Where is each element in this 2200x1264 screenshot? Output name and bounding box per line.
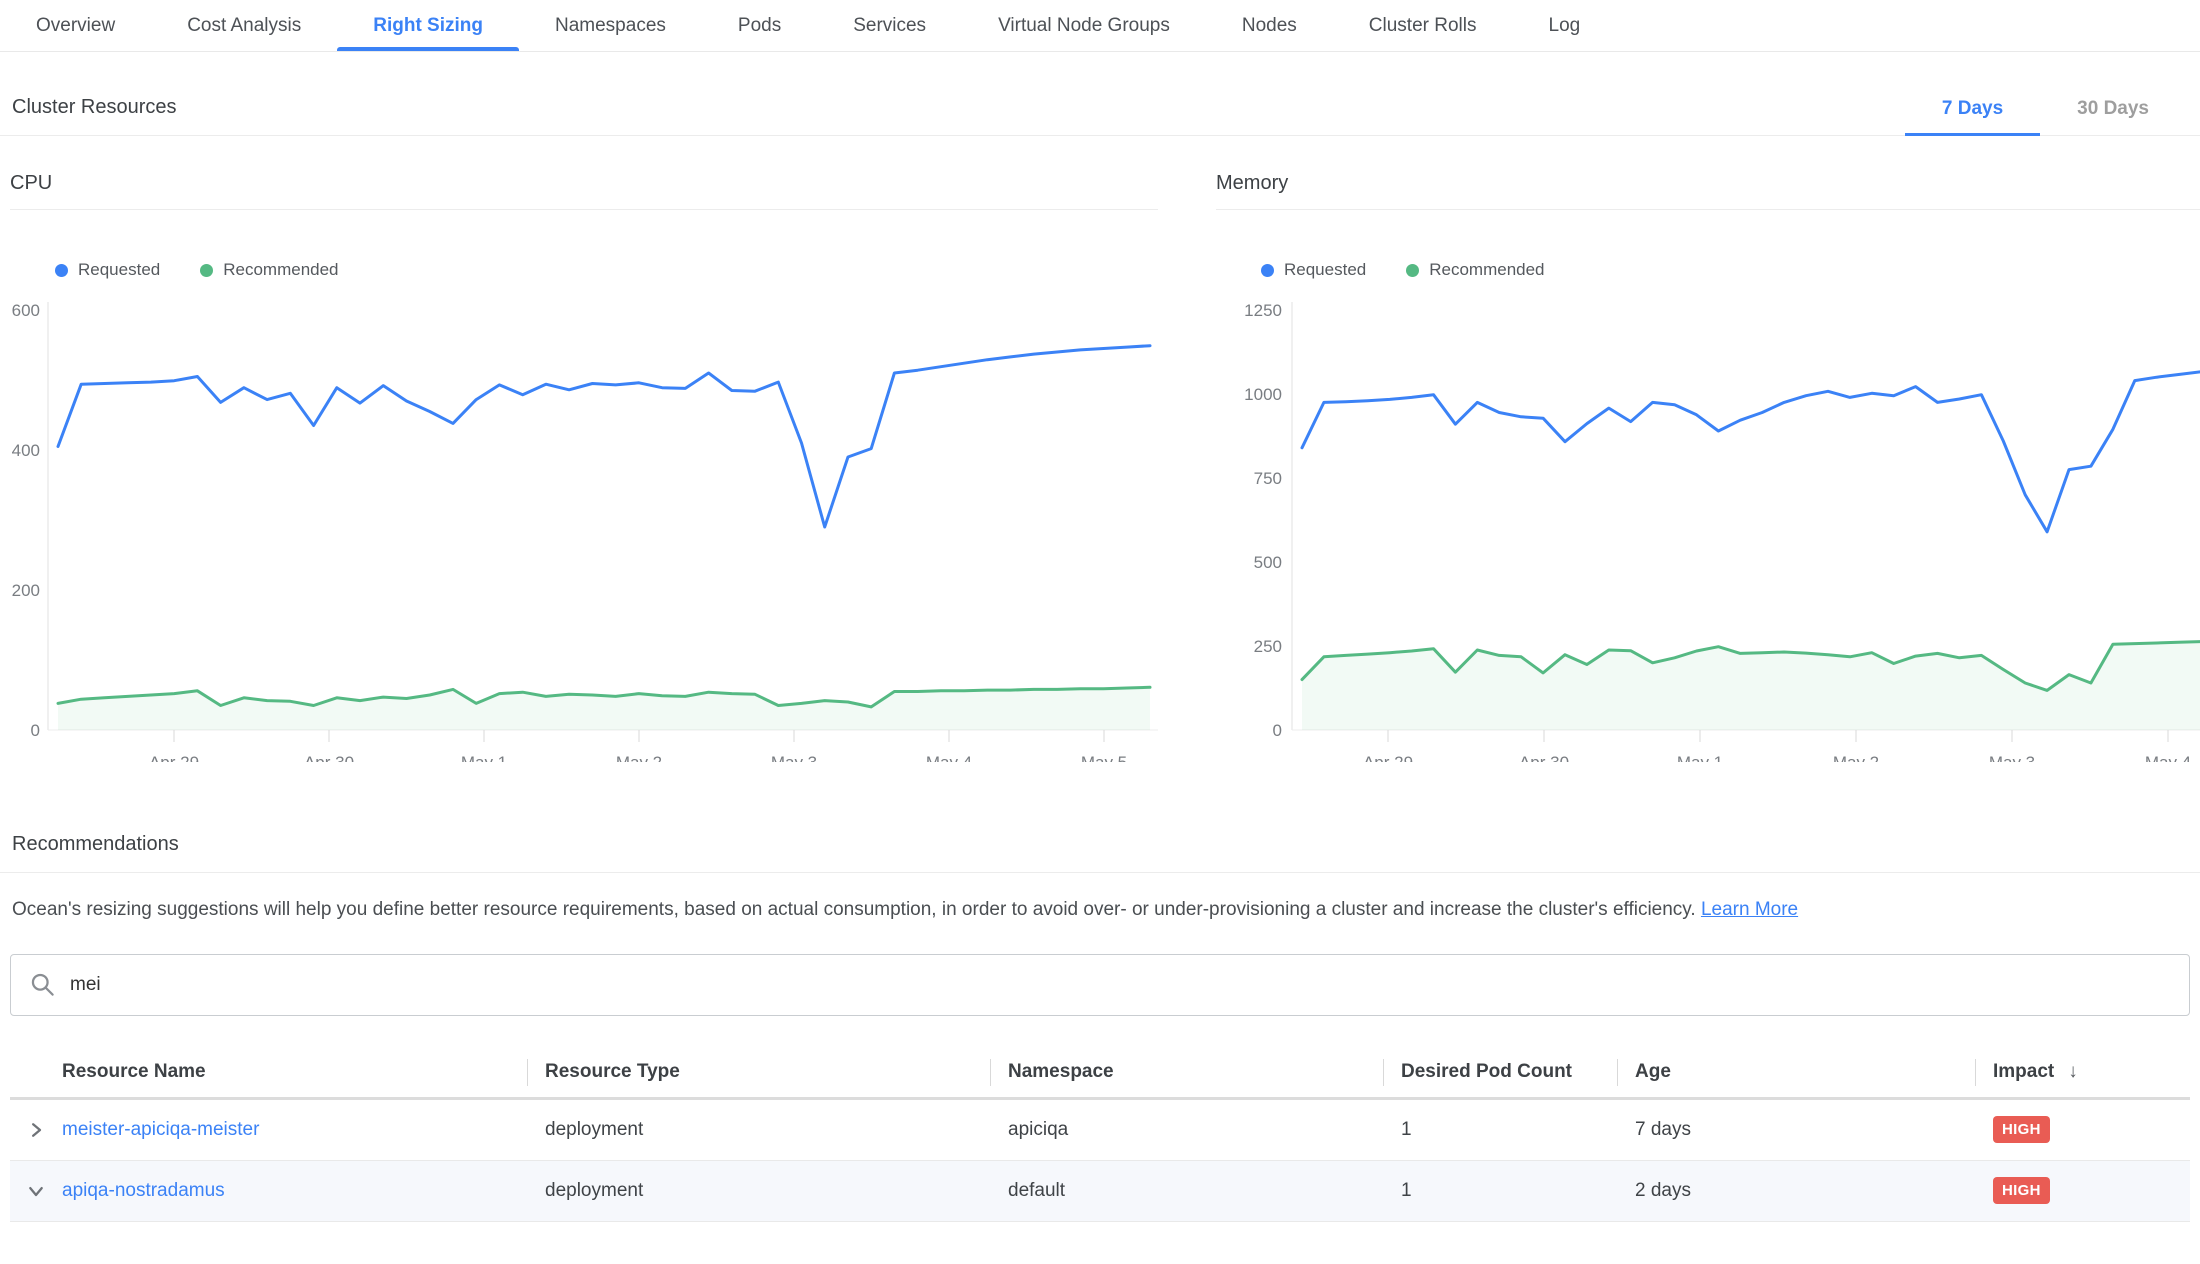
svg-text:May 2: May 2 <box>616 753 662 762</box>
impact-high-badge: HIGH <box>1993 1116 2050 1143</box>
recommendations-header: Recommendations <box>0 833 2200 873</box>
svg-text:1000: 1000 <box>1244 385 1282 404</box>
table-header-row: Resource Name Resource Type Namespace De… <box>10 1048 2190 1100</box>
recommended-dot-icon <box>200 264 213 277</box>
col-header-impact-label: Impact <box>1993 1061 2054 1083</box>
tab-log[interactable]: Log <box>1513 0 1617 51</box>
impact-high-badge: HIGH <box>1993 1177 2050 1204</box>
top-nav: Overview Cost Analysis Right Sizing Name… <box>0 0 2200 52</box>
tab-overview[interactable]: Overview <box>0 0 151 51</box>
svg-text:May 3: May 3 <box>771 753 817 762</box>
svg-text:May 3: May 3 <box>1989 753 2035 762</box>
col-header-age[interactable]: Age <box>1617 1048 1975 1097</box>
table-row[interactable]: meister-apiciqa-meister deployment apici… <box>10 1100 2190 1161</box>
svg-text:400: 400 <box>12 441 40 460</box>
col-header-resource-type[interactable]: Resource Type <box>527 1048 990 1097</box>
legend-recommended-label: Recommended <box>223 260 338 280</box>
memory-chart-legend: Requested Recommended <box>1261 260 2200 280</box>
recommended-dot-icon <box>1406 264 1419 277</box>
namespace-cell: apiciqa <box>990 1119 1383 1141</box>
recommendations-title: Recommendations <box>12 833 2188 856</box>
svg-text:May 4: May 4 <box>926 753 972 762</box>
tab-cost-analysis[interactable]: Cost Analysis <box>151 0 337 51</box>
requested-dot-icon <box>55 264 68 277</box>
svg-text:0: 0 <box>31 721 40 740</box>
cpu-line-chart: 0 200 400 600 Apr 29 Apr 30 May 1 May 2 May 3 May… <box>10 292 1158 767</box>
legend-requested-label: Requested <box>78 260 160 280</box>
tab-nodes[interactable]: Nodes <box>1206 0 1333 51</box>
collapse-row-button[interactable] <box>10 1183 62 1199</box>
cpu-chart-legend: Requested Recommended <box>55 260 1158 280</box>
legend-requested: Requested <box>55 260 160 280</box>
memory-line-chart: 0 250 500 750 1000 1250 Apr 29 Apr 30 May 1 May 2… <box>1216 292 2200 767</box>
cpu-chart-panel: CPU Requested Recommended 0 200 400 600 Apr … <box>10 172 1158 767</box>
tab-right-sizing[interactable]: Right Sizing <box>337 0 519 51</box>
period-30-days[interactable]: 30 Days <box>2040 98 2186 135</box>
resource-type-cell: deployment <box>527 1119 990 1141</box>
period-toggle: 7 Days 30 Days <box>1905 98 2186 135</box>
resource-type-cell: deployment <box>527 1180 990 1202</box>
memory-chart-title: Memory <box>1216 172 2200 210</box>
recommendations-description-text: Ocean's resizing suggestions will help y… <box>12 899 1696 920</box>
col-header-namespace[interactable]: Namespace <box>990 1048 1383 1097</box>
svg-text:Apr 30: Apr 30 <box>304 753 354 762</box>
svg-text:May 5: May 5 <box>1081 753 1127 762</box>
tab-namespaces[interactable]: Namespaces <box>519 0 702 51</box>
resource-name-link[interactable]: meister-apiciqa-meister <box>62 1119 259 1141</box>
desired-pod-count-cell: 1 <box>1383 1180 1617 1202</box>
cpu-chart-title: CPU <box>10 172 1158 210</box>
chevron-down-icon <box>28 1183 44 1199</box>
search-input[interactable] <box>70 974 2171 996</box>
search-box[interactable] <box>10 954 2190 1016</box>
period-7-days[interactable]: 7 Days <box>1905 98 2040 135</box>
svg-text:May 1: May 1 <box>461 753 507 762</box>
learn-more-link[interactable]: Learn More <box>1701 899 1798 920</box>
requested-dot-icon <box>1261 264 1274 277</box>
chevron-right-icon <box>28 1122 44 1138</box>
svg-text:0: 0 <box>1273 721 1282 740</box>
svg-text:200: 200 <box>12 581 40 600</box>
svg-text:May 1: May 1 <box>1677 753 1723 762</box>
svg-text:Apr 29: Apr 29 <box>149 753 199 762</box>
legend-recommended: Recommended <box>1406 260 1544 280</box>
legend-requested-label: Requested <box>1284 260 1366 280</box>
tab-services[interactable]: Services <box>817 0 962 51</box>
table-row[interactable]: apiqa-nostradamus deployment default 1 2… <box>10 1161 2190 1222</box>
legend-requested: Requested <box>1261 260 1366 280</box>
age-cell: 2 days <box>1617 1180 1975 1202</box>
svg-text:May 2: May 2 <box>1833 753 1879 762</box>
tab-pods[interactable]: Pods <box>702 0 817 51</box>
svg-text:250: 250 <box>1254 637 1282 656</box>
cluster-resources-header: Cluster Resources 7 Days 30 Days <box>0 52 2200 136</box>
sort-desc-icon[interactable]: ↓ <box>2068 1061 2078 1083</box>
expand-row-button[interactable] <box>10 1122 62 1138</box>
svg-text:Apr 29: Apr 29 <box>1363 753 1413 762</box>
memory-chart-panel: Memory Requested Recommended 0 250 500 750 1… <box>1216 172 2200 767</box>
namespace-cell: default <box>990 1180 1383 1202</box>
tab-cluster-rolls[interactable]: Cluster Rolls <box>1333 0 1513 51</box>
tab-virtual-node-groups[interactable]: Virtual Node Groups <box>962 0 1206 51</box>
svg-text:1250: 1250 <box>1244 301 1282 320</box>
age-cell: 7 days <box>1617 1119 1975 1141</box>
col-header-resource-name[interactable]: Resource Name <box>10 1048 527 1097</box>
charts-row: CPU Requested Recommended 0 200 400 600 Apr … <box>0 136 2200 767</box>
desired-pod-count-cell: 1 <box>1383 1119 1617 1141</box>
resource-name-link[interactable]: apiqa-nostradamus <box>62 1180 225 1202</box>
col-header-desired-pod-count[interactable]: Desired Pod Count <box>1383 1048 1617 1097</box>
svg-text:May 4: May 4 <box>2145 753 2191 762</box>
svg-text:500: 500 <box>1254 553 1282 572</box>
cluster-resources-title: Cluster Resources <box>12 96 177 135</box>
recommendations-description: Ocean's resizing suggestions will help y… <box>12 897 2188 924</box>
svg-text:600: 600 <box>12 301 40 320</box>
recommendations-table: Resource Name Resource Type Namespace De… <box>10 1048 2190 1222</box>
col-header-impact[interactable]: Impact ↓ <box>1975 1048 2190 1097</box>
svg-text:750: 750 <box>1254 469 1282 488</box>
svg-text:Apr 30: Apr 30 <box>1519 753 1569 762</box>
legend-recommended-label: Recommended <box>1429 260 1544 280</box>
legend-recommended: Recommended <box>200 260 338 280</box>
search-icon <box>29 971 56 998</box>
